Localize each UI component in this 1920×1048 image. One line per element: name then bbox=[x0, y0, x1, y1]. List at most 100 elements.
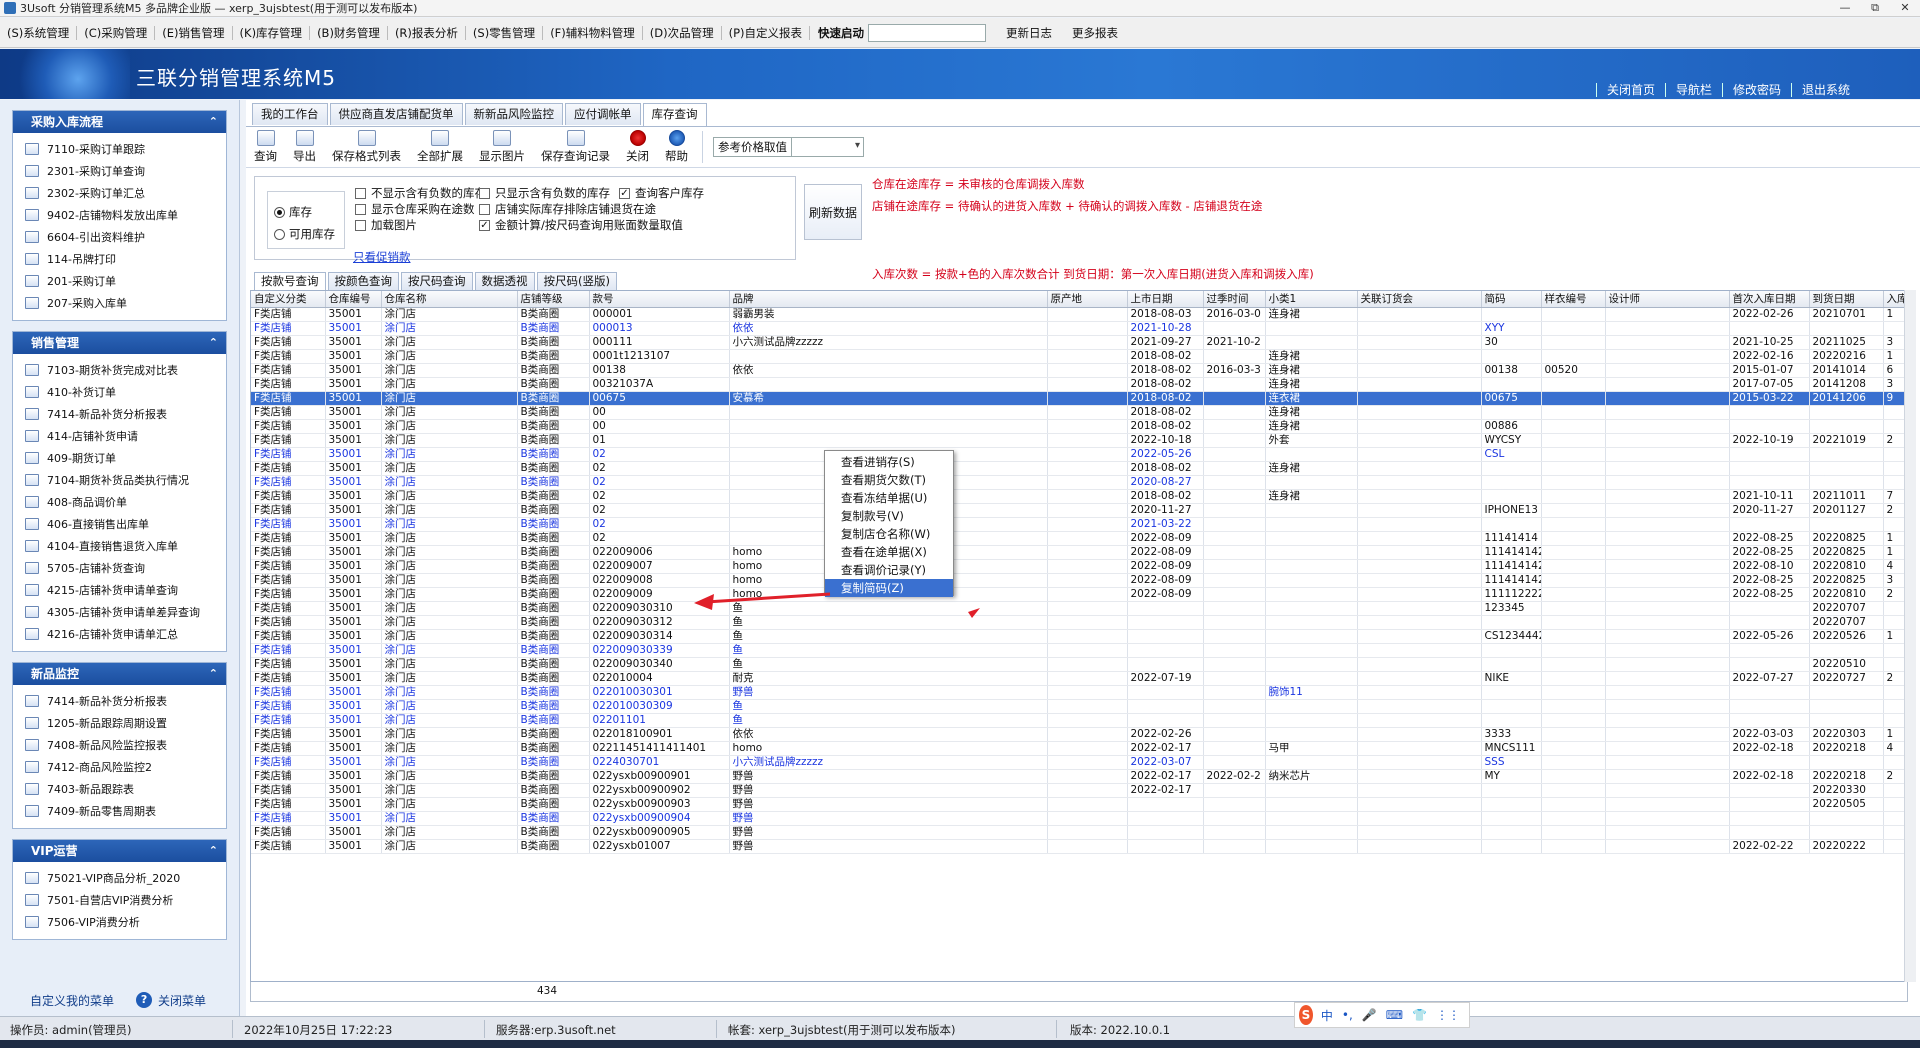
table-row[interactable]: F类店铺 35001 涂门店 B类商圈 022018100901 依依 2022-02-26… bbox=[251, 727, 1907, 742]
context-menu-item-7[interactable]: 复制简码(Z) bbox=[825, 579, 953, 597]
expand-all-button[interactable]: 全部扩展 bbox=[409, 130, 471, 164]
sidebar-panel-header[interactable]: 销售管理 ⌃ bbox=[13, 332, 226, 354]
close-home-link[interactable]: 关闭首页 bbox=[1595, 83, 1665, 97]
table-row[interactable]: F类店铺 35001 涂门店 B类商圈 00138 依依 2018-08-02 2016-03… bbox=[251, 363, 1907, 378]
sidebar-item[interactable]: 409-期货订单 bbox=[25, 447, 226, 469]
sidebar-item[interactable]: 75021-VIP商品分析_2020 bbox=[25, 867, 226, 889]
collapse-chevron-icon[interactable]: ⌃ bbox=[209, 840, 218, 862]
table-row[interactable]: F类店铺 35001 涂门店 B类商圈 022009030314 鱼 CS1234442 20… bbox=[251, 629, 1907, 644]
column-header[interactable]: 仓库编号 bbox=[325, 291, 382, 308]
table-row[interactable]: F类店铺 35001 涂门店 B类商圈 0001t1213107 2018-08-02 连身… bbox=[251, 349, 1907, 364]
sidebar-item[interactable]: 7506-VIP消费分析 bbox=[25, 911, 226, 933]
column-header[interactable]: 仓库名称 bbox=[381, 291, 518, 308]
ime-keyboard-icon[interactable]: ⌨ bbox=[1386, 1008, 1403, 1022]
refresh-data-button[interactable]: 刷新数据 bbox=[804, 184, 862, 240]
sidebar-item[interactable]: 7403-新品跟踪表 bbox=[25, 778, 226, 800]
exit-system-link[interactable]: 退出系统 bbox=[1790, 83, 1860, 97]
radio-available-stock[interactable]: 可用库存 bbox=[274, 226, 335, 242]
collapse-chevron-icon[interactable]: ⌃ bbox=[209, 332, 218, 354]
filter-checkbox-1[interactable]: 只显示含有负数的库存 bbox=[479, 185, 610, 201]
ime-chinese-mode-icon[interactable]: 中 bbox=[1321, 1007, 1333, 1024]
custom-menu-link[interactable]: 自定义我的菜单 bbox=[30, 992, 114, 1009]
context-menu-item-5[interactable]: 查看在途单据(X) bbox=[825, 543, 953, 561]
sidebar-item[interactable]: 410-补货订单 bbox=[25, 381, 226, 403]
table-row[interactable]: F类店铺 35001 涂门店 B类商圈 022010030309 鱼 bbox=[251, 699, 1907, 714]
sidebar-item[interactable]: 7110-采购订单跟踪 bbox=[25, 138, 226, 160]
sogou-logo-icon[interactable]: S bbox=[1299, 1005, 1313, 1025]
column-header[interactable]: 到货日期 bbox=[1809, 291, 1884, 308]
menu-item-2[interactable]: (E)销售管理 bbox=[155, 25, 233, 40]
table-row[interactable]: F类店铺 35001 涂门店 B类商圈 022ysxb00900902 野兽 2022-02… bbox=[251, 783, 1907, 798]
minimize-button[interactable]: — bbox=[1830, 0, 1860, 17]
subtab-4[interactable]: 按尺码(竖版) bbox=[536, 272, 617, 290]
sidebar-panel-header[interactable]: 采购入库流程 ⌃ bbox=[13, 111, 226, 133]
promo-only-link[interactable]: 只看促销款 bbox=[353, 249, 411, 265]
menu-item-5[interactable]: (R)报表分析 bbox=[388, 25, 466, 40]
export-button[interactable]: 导出 bbox=[285, 130, 324, 164]
menu-item-4[interactable]: (B)财务管理 bbox=[310, 25, 388, 40]
sidebar-item[interactable]: 6604-引出资料维护 bbox=[25, 226, 226, 248]
ime-voice-icon[interactable]: 🎤 bbox=[1362, 1008, 1377, 1022]
tab-1[interactable]: 供应商直发店铺配货单 bbox=[329, 103, 463, 125]
sidebar-item[interactable]: 201-采购订单 bbox=[25, 270, 226, 292]
radio-stock[interactable]: 库存 bbox=[274, 204, 312, 220]
sidebar-item[interactable]: 7501-自营店VIP消费分析 bbox=[25, 889, 226, 911]
menu-item-0[interactable]: (S)系统管理 bbox=[0, 25, 78, 40]
table-row[interactable]: F类店铺 35001 涂门店 B类商圈 022009008 homo 2022-08-09 1… bbox=[251, 573, 1907, 588]
price-select[interactable]: 参考价格取值 bbox=[713, 137, 864, 157]
column-header[interactable]: 店铺等级 bbox=[517, 291, 590, 308]
filter-checkbox-3[interactable]: 显示仓库采购在途数 bbox=[355, 201, 475, 217]
vertical-scrollbar[interactable] bbox=[1904, 290, 1916, 982]
table-row[interactable]: F类店铺 35001 涂门店 B类商圈 01 2022-10-18 外套 WYCSY 2022-… bbox=[251, 433, 1907, 448]
price-select-value[interactable] bbox=[791, 138, 863, 156]
table-row[interactable]: F类店铺 35001 涂门店 B类商圈 02 2020-08-27 bbox=[251, 475, 1907, 490]
show-image-button[interactable]: 显示图片 bbox=[471, 130, 533, 164]
table-row[interactable]: F类店铺 35001 涂门店 B类商圈 022ysxb00900903 野兽 2022050… bbox=[251, 797, 1907, 812]
close-button[interactable]: 关闭 bbox=[618, 130, 657, 164]
table-row[interactable]: F类店铺 35001 涂门店 B类商圈 022009030340 鱼 20220510 bbox=[251, 657, 1907, 672]
restore-button[interactable]: ⧉ bbox=[1860, 0, 1890, 17]
tab-4[interactable]: 库存查询 bbox=[642, 103, 707, 126]
tab-3[interactable]: 应付调帐单 bbox=[565, 103, 641, 125]
tab-2[interactable]: 新新品风险监控 bbox=[464, 103, 563, 125]
help-icon[interactable]: ? bbox=[136, 992, 153, 1008]
table-row[interactable]: F类店铺 35001 涂门店 B类商圈 022009006 homo 2022-08-09 1… bbox=[251, 545, 1907, 560]
table-row[interactable]: F类店铺 35001 涂门店 B类商圈 0224030701 小六测试品牌zzzzz 202… bbox=[251, 755, 1907, 770]
table-row[interactable]: F类店铺 35001 涂门店 B类商圈 02 2020-11-27 IPHONE13 2020… bbox=[251, 503, 1907, 518]
sidebar-item[interactable]: 4305-店铺补货申请单差异查询 bbox=[25, 601, 226, 623]
sidebar-item[interactable]: 408-商品调价单 bbox=[25, 491, 226, 513]
column-header[interactable]: 关联订货会 bbox=[1357, 291, 1482, 308]
table-row[interactable]: F类店铺 35001 涂门店 B类商圈 022009009 homo 2022-08-09 1… bbox=[251, 587, 1907, 602]
column-header[interactable]: 设计师 bbox=[1605, 291, 1730, 308]
subtab-1[interactable]: 按颜色查询 bbox=[327, 272, 399, 290]
help-button[interactable]: 帮助 bbox=[657, 130, 696, 164]
column-header[interactable]: 简码 bbox=[1481, 291, 1542, 308]
ime-skin-icon[interactable]: 👕 bbox=[1412, 1008, 1427, 1022]
checkbox-box[interactable] bbox=[355, 187, 366, 199]
sidebar-item[interactable]: 7104-期货补货品类执行情况 bbox=[25, 469, 226, 491]
table-row[interactable]: F类店铺 35001 涂门店 B类商圈 02 2022-08-09 11141414 2022… bbox=[251, 531, 1907, 546]
subtab-3[interactable]: 数据透视 bbox=[474, 272, 535, 290]
close-menu-link[interactable]: 关闭菜单 bbox=[158, 992, 206, 1009]
subtab-2[interactable]: 按尺码查询 bbox=[401, 272, 473, 290]
checkbox-box[interactable] bbox=[479, 203, 490, 215]
filter-checkbox-4[interactable]: 店铺实际库存排除店铺退货在途 bbox=[479, 201, 656, 217]
sidebar-item[interactable]: 7408-新品风险监控报表 bbox=[25, 734, 226, 756]
column-header[interactable]: 过季时间 bbox=[1203, 291, 1266, 308]
sidebar-item[interactable]: 1205-新品跟踪周期设置 bbox=[25, 712, 226, 734]
sidebar-item[interactable]: 7409-新品零售周期表 bbox=[25, 800, 226, 822]
table-row[interactable]: F类店铺 35001 涂门店 B类商圈 000111 小六测试品牌zzzzz 2021-09… bbox=[251, 335, 1907, 350]
column-header[interactable]: 首次入库日期 bbox=[1729, 291, 1810, 308]
sidebar-item[interactable]: 207-采购入库单 bbox=[25, 292, 226, 314]
close-window-button[interactable]: ✕ bbox=[1890, 0, 1920, 17]
column-header[interactable]: 上市日期 bbox=[1127, 291, 1204, 308]
checkbox-box[interactable] bbox=[619, 187, 630, 199]
save-query-button[interactable]: 保存查询记录 bbox=[533, 130, 618, 164]
sidebar-panel-header[interactable]: VIP运营 ⌃ bbox=[13, 840, 226, 862]
menu-item-8[interactable]: (D)次品管理 bbox=[643, 25, 722, 40]
sidebar-item[interactable]: 406-直接销售出库单 bbox=[25, 513, 226, 535]
table-row[interactable]: F类店铺 35001 涂门店 B类商圈 00 2018-08-02 连身裙 bbox=[251, 405, 1907, 420]
ime-toolbox-icon[interactable]: ⋮⋮ bbox=[1436, 1008, 1460, 1022]
nav-bar-link[interactable]: 导航栏 bbox=[1664, 83, 1722, 97]
table-row[interactable]: F类店铺 35001 涂门店 B类商圈 022ysxb00900901 野兽 2022-02… bbox=[251, 769, 1907, 784]
